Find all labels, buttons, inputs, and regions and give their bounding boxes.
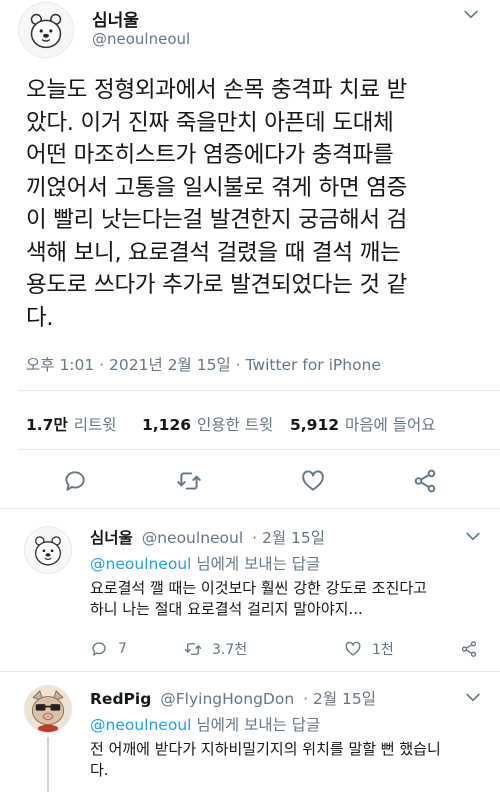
- reply-text: 요로결석 깰 때는 이것보다 훨씬 강한 강도로 조진다고 하니 나는 절대 요…: [90, 579, 427, 618]
- reply-icon: [92, 642, 106, 656]
- likes-label: 마음에 들어요: [345, 416, 436, 434]
- share-button[interactable]: [460, 638, 488, 660]
- reply-button[interactable]: 7: [90, 638, 127, 660]
- user-handle[interactable]: @neoulneoul: [92, 30, 190, 48]
- divider: [18, 449, 500, 450]
- replying-to-label: 님에게 보내는 답글: [191, 555, 321, 573]
- mention-link[interactable]: @neoulneoul: [90, 716, 191, 734]
- chevron-down-icon[interactable]: [462, 526, 484, 546]
- reply-icon[interactable]: [62, 468, 88, 494]
- display-name[interactable]: 심너울: [92, 6, 139, 31]
- divider: [18, 390, 500, 391]
- heart-icon: [345, 641, 361, 656]
- tweet-meta: 오후 1:01 · 2021년 2월 15일 · Twitter for iPh…: [26, 353, 381, 375]
- retweets-count: 1.7만: [26, 416, 68, 434]
- reply-header: RedPig @FlyingHongDon · 2월 15일: [90, 687, 376, 709]
- retweet-icon: [184, 643, 202, 655]
- quotes-stat[interactable]: 1,126 인용한 트윗: [142, 413, 273, 435]
- tweet-timestamp[interactable]: 오후 1:01 · 2021년 2월 15일 ·: [26, 356, 245, 374]
- replying-to: @neoulneoul 님에게 보내는 답글: [90, 713, 320, 735]
- user-handle[interactable]: @FlyingHongDon: [160, 690, 294, 708]
- retweets-label: 리트윗: [73, 416, 117, 434]
- retweet-count: 3.7천: [212, 642, 248, 658]
- avatar[interactable]: [24, 526, 72, 574]
- retweets-stat[interactable]: 1.7만 리트윗: [26, 413, 117, 435]
- tweet-source[interactable]: Twitter for iPhone: [245, 356, 380, 374]
- retweet-button[interactable]: 3.7천: [184, 638, 247, 660]
- reply-count: 7: [118, 641, 127, 657]
- reply-text: 전 어깨에 받다가 지하비밀기지의 위치를 말할 뻔 했습니 다.: [90, 740, 441, 779]
- display-name[interactable]: RedPig: [90, 690, 151, 708]
- reply-action-bar: 7 3.7천 1천: [90, 638, 490, 660]
- share-icon[interactable]: [412, 468, 438, 494]
- quotes-count: 1,126: [142, 416, 192, 434]
- reply-tweet[interactable]: 심너울 @neoulneoul · 2월 15일 @neoulneoul 님에게…: [0, 508, 500, 665]
- pig-avatar-icon: [25, 686, 71, 732]
- like-button[interactable]: 1천: [344, 638, 394, 660]
- replying-to: @neoulneoul 님에게 보내는 답글: [90, 552, 320, 574]
- display-name[interactable]: 심너울: [90, 529, 133, 547]
- quotes-label: 인용한 트윗: [197, 416, 274, 434]
- reply-date[interactable]: · 2월 15일: [303, 690, 376, 708]
- thread-line: [47, 737, 49, 792]
- bear-avatar-icon: [25, 527, 71, 573]
- like-count: 1천: [372, 642, 394, 658]
- chevron-down-icon[interactable]: [460, 4, 482, 24]
- tweet-action-bar: [0, 468, 500, 498]
- chevron-down-icon[interactable]: [462, 687, 484, 707]
- reply-tweet[interactable]: RedPig @FlyingHongDon · 2월 15일 @neoulneo…: [0, 671, 500, 792]
- heart-icon[interactable]: [300, 468, 326, 494]
- likes-stat[interactable]: 5,912 마음에 들어요: [290, 413, 436, 435]
- avatar[interactable]: [18, 2, 74, 58]
- user-handle[interactable]: @neoulneoul: [142, 529, 243, 547]
- reply-header: 심너울 @neoulneoul · 2월 15일: [90, 526, 325, 548]
- mention-link[interactable]: @neoulneoul: [90, 555, 191, 573]
- avatar[interactable]: [24, 685, 72, 733]
- tweet-text: 오늘도 정형외과에서 손목 충격파 치료 받 았다. 이거 진짜 죽을만치 아픈…: [26, 77, 408, 331]
- bear-avatar-icon: [19, 3, 73, 57]
- retweet-icon[interactable]: [176, 468, 202, 494]
- share-icon: [461, 641, 477, 657]
- likes-count: 5,912: [290, 416, 340, 434]
- replying-to-label: 님에게 보내는 답글: [191, 716, 321, 734]
- reply-date[interactable]: · 2월 15일: [252, 529, 325, 547]
